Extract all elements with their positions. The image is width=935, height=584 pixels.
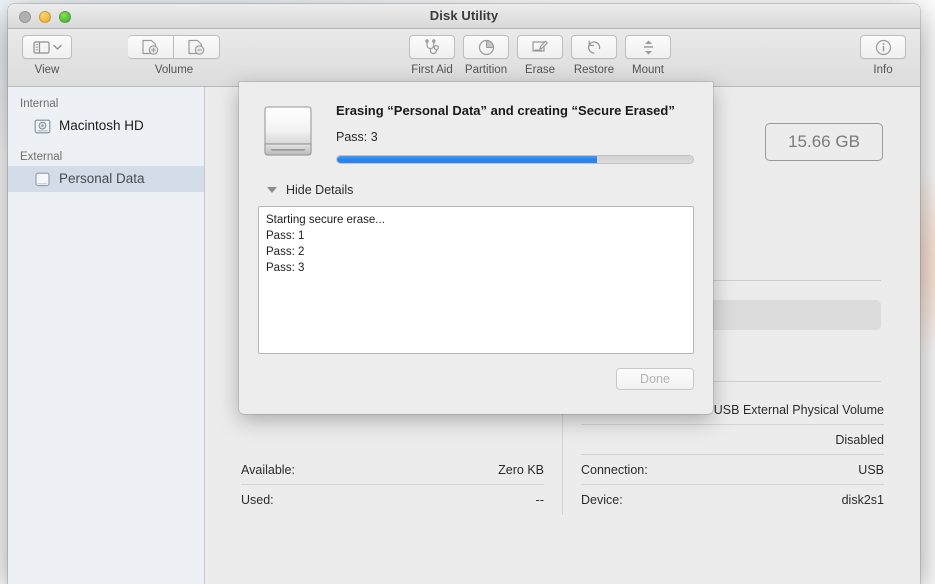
toolbar-label-restore: Restore	[573, 64, 615, 76]
disk-utility-window: Disk Utility View Volume First Aid Parti…	[8, 4, 920, 584]
info-value: Disabled	[835, 432, 884, 447]
toolbar-label-first-aid: First Aid	[411, 64, 453, 76]
erase-progress-sheet: Erasing “Personal Data” and creating “Se…	[239, 82, 713, 414]
table-row-device: Device: disk2s1	[581, 485, 884, 515]
sheet-title: Erasing “Personal Data” and creating “Se…	[336, 103, 675, 118]
sheet-subtitle: Pass: 3	[336, 129, 378, 144]
info-value: --	[535, 493, 544, 507]
external-disk-icon	[34, 172, 51, 187]
list-item: Pass: 1	[266, 229, 305, 242]
list-item: Starting secure erase...	[266, 213, 385, 226]
sidebar-item-label: Macintosh HD	[59, 118, 144, 134]
table-row-connection: Connection: USB	[581, 455, 884, 485]
info-key: Used:	[241, 493, 274, 507]
done-button[interactable]: Done	[616, 367, 694, 390]
table-row-available: Available: Zero KB	[241, 455, 544, 485]
erase-pencil-icon	[531, 39, 549, 55]
toolbar-label-mount: Mount	[632, 64, 664, 76]
sidebar-section-external-header: External	[20, 151, 63, 163]
toolbar-group-first-aid: First Aid	[409, 35, 455, 76]
sidebar-item-macintosh-hd[interactable]: Macintosh HD	[8, 113, 204, 139]
toolbar-label-erase: Erase	[524, 64, 556, 76]
external-hard-drive-icon	[258, 100, 320, 164]
list-item: Pass: 3	[266, 261, 305, 274]
pie-chart-icon	[478, 39, 495, 56]
toolbar-label-view: View	[34, 64, 60, 76]
hide-details-toggle[interactable]: Hide Details	[267, 183, 694, 197]
list-item: Pass: 2	[266, 245, 305, 258]
toolbar-label-info: Info	[873, 64, 893, 76]
info-value: USB External Physical Volume	[713, 402, 884, 417]
sidebar-section-internal-header: Internal	[20, 98, 59, 110]
toolbar-group-partition: Partition	[463, 35, 509, 76]
info-button[interactable]	[860, 35, 906, 59]
info-key: Connection:	[581, 462, 648, 477]
table-row-owners: Disabled	[581, 425, 884, 455]
first-aid-button[interactable]	[409, 35, 455, 59]
mount-button[interactable]	[625, 35, 671, 59]
info-circle-icon	[875, 39, 892, 56]
sidebar-item-personal-data[interactable]: Personal Data	[8, 166, 204, 192]
table-row-used: Used: --	[241, 485, 544, 515]
toolbar-group-info: Info	[860, 35, 906, 76]
stethoscope-icon	[423, 39, 441, 55]
toolbar: View Volume First Aid Partition Erase Re…	[8, 29, 920, 87]
progress-bar	[336, 154, 694, 164]
info-value: Zero KB	[498, 462, 544, 477]
window-title: Disk Utility	[429, 8, 499, 23]
toolbar-label-partition: Partition	[464, 64, 508, 76]
info-key: Available:	[241, 462, 295, 477]
desktop-wallpaper: Disk Utility View Volume First Aid Parti…	[0, 0, 935, 584]
view-button[interactable]	[22, 35, 72, 59]
undo-arrow-icon	[586, 39, 603, 55]
add-volume-button[interactable]	[128, 35, 174, 59]
toolbar-group-volume: Volume	[128, 35, 220, 76]
erase-log-output: Starting secure erase... Pass: 1 Pass: 2…	[258, 205, 694, 354]
erase-button[interactable]	[517, 35, 563, 59]
internal-disk-icon	[34, 119, 51, 134]
toolbar-group-erase: Erase	[517, 35, 563, 76]
remove-volume-button[interactable]	[174, 35, 220, 59]
eject-mount-icon	[641, 39, 656, 56]
window-titlebar: Disk Utility	[8, 4, 920, 29]
sidebar-icon	[32, 40, 50, 54]
info-value: disk2s1	[841, 493, 884, 507]
toolbar-group-restore: Restore	[571, 35, 617, 76]
restore-button[interactable]	[571, 35, 617, 59]
toolbar-label-volume: Volume	[154, 64, 194, 76]
partition-button[interactable]	[463, 35, 509, 59]
toolbar-group-mount: Mount	[625, 35, 671, 76]
sidebar-item-label: Personal Data	[59, 171, 145, 187]
chevron-down-icon	[52, 44, 62, 50]
remove-volume-icon	[187, 39, 206, 55]
triangle-down-icon	[267, 186, 277, 193]
toolbar-group-view: View	[22, 35, 72, 76]
info-key: Device:	[581, 493, 623, 507]
sidebar: Internal Macintosh HD External Personal …	[8, 87, 205, 584]
progress-bar-fill	[337, 155, 597, 163]
info-value: USB	[858, 462, 884, 477]
hide-details-label: Hide Details	[286, 182, 354, 197]
add-volume-icon	[141, 39, 160, 55]
capacity-badge: 15.66 GB	[765, 123, 883, 161]
